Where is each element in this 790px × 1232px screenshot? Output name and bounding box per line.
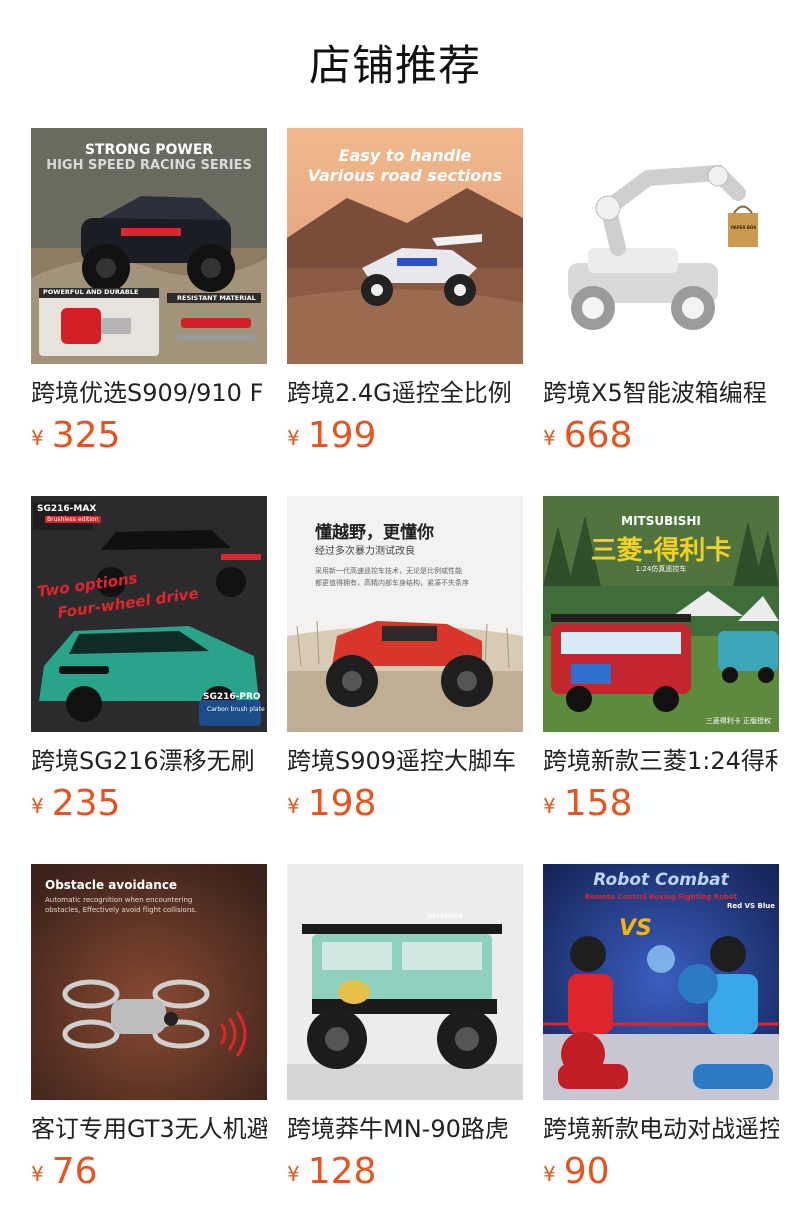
product-price: ¥668: [543, 416, 779, 462]
image-body-text: 都更值得拥有，高精内部车身结构，紧凑不失条序: [315, 579, 469, 587]
currency-symbol: ¥: [287, 426, 300, 450]
product-name[interactable]: 跨境SG216漂移无刷: [31, 744, 267, 778]
product-image[interactable]: Obstacle avoidance Automatic recognition…: [31, 864, 267, 1100]
product-name[interactable]: 跨境新款三菱1:24得利: [543, 744, 779, 778]
product-name[interactable]: 跨境新款电动对战遥控: [543, 1112, 779, 1146]
product-name[interactable]: 客订专用GT3无人机避障: [31, 1112, 267, 1146]
product-price: ¥198: [287, 784, 523, 830]
product-image[interactable]: MITSUBISHI 三菱-得利卡 1:24仿真遥控车 三菱得利卡 正版授权: [543, 496, 779, 732]
image-subheadline: Remote Control Boxing Fighting Robot: [584, 893, 738, 901]
image-headline: STRONG POWER: [84, 142, 214, 158]
currency-symbol: ¥: [31, 794, 44, 818]
price-amount: 235: [51, 783, 121, 824]
product-grid: STRONG POWER HIGH SPEED RACING SERIES PO…: [31, 128, 779, 1232]
product-image[interactable]: 懂越野，更懂你 经过多次暴力测试改良 采用新一代高速遥控车技术，无论是比例或性能…: [287, 496, 523, 732]
image-headline: Easy to handle: [338, 146, 472, 165]
image-footer: 三菱得利卡 正版授权: [705, 717, 771, 725]
product-card[interactable]: Robot Combat Remote Control Boxing Fight…: [543, 864, 779, 1232]
image-subheadline: Red VS Blue: [727, 902, 775, 910]
image-tag: POWERFUL AND DURABLE: [43, 288, 139, 296]
image-tag-sub: Brushless edition: [45, 516, 101, 523]
image-tag: SG216-PRO: [203, 692, 261, 702]
currency-symbol: ¥: [543, 1162, 556, 1186]
product-name[interactable]: 跨境2.4G遥控全比例: [287, 376, 523, 410]
page-title: 店铺推荐: [308, 41, 481, 90]
currency-symbol: ¥: [287, 1162, 300, 1186]
product-name[interactable]: 跨境X5智能波箱编程: [543, 376, 779, 410]
image-headline: Obstacle avoidance: [45, 878, 178, 892]
price-amount: 325: [51, 415, 121, 456]
image-headline: 三菱-得利卡: [590, 536, 732, 566]
price-amount: 199: [307, 415, 377, 456]
currency-symbol: ¥: [31, 1162, 44, 1186]
product-card[interactable]: Easy to handle Various road sections 跨境2…: [287, 128, 523, 496]
price-amount: 128: [307, 1151, 377, 1192]
box-label: PAPER BOX: [731, 225, 757, 230]
currency-symbol: ¥: [543, 794, 556, 818]
product-card[interactable]: STRONG POWER HIGH SPEED RACING SERIES PO…: [31, 128, 267, 496]
product-name[interactable]: 跨境莽牛MN-90路虎: [287, 1112, 523, 1146]
vs-badge: VS: [619, 916, 652, 941]
product-name[interactable]: 跨境优选S909/910 F: [31, 376, 267, 410]
image-subheadline: HIGH SPEED RACING SERIES: [46, 158, 252, 173]
product-price: ¥158: [543, 784, 779, 830]
price-amount: 198: [307, 783, 377, 824]
product-price: ¥199: [287, 416, 523, 462]
product-card[interactable]: PAPER BOX 跨境X5智能波箱编程 ¥668: [543, 128, 779, 496]
image-subheadline: 1:24仿真遥控车: [635, 565, 687, 573]
product-price: ¥128: [287, 1152, 523, 1198]
product-image[interactable]: STRONG POWER HIGH SPEED RACING SERIES PO…: [31, 128, 267, 364]
image-tag: RESISTANT MATERIAL: [177, 294, 256, 302]
product-image[interactable]: DEFENDER: [287, 864, 523, 1100]
product-price: ¥90: [543, 1152, 779, 1198]
currency-symbol: ¥: [287, 794, 300, 818]
product-price: ¥325: [31, 416, 267, 462]
product-card[interactable]: Obstacle avoidance Automatic recognition…: [31, 864, 267, 1232]
currency-symbol: ¥: [543, 426, 556, 450]
image-subheadline: Various road sections: [307, 166, 503, 185]
vehicle-label: DEFENDER: [427, 913, 463, 920]
image-headline: Robot Combat: [593, 870, 729, 890]
product-card[interactable]: SG216-MAX Brushless edition Two options …: [31, 496, 267, 864]
product-image[interactable]: PAPER BOX: [543, 128, 779, 364]
price-amount: 76: [51, 1151, 98, 1192]
image-headline: 懂越野，更懂你: [315, 523, 434, 543]
currency-symbol: ¥: [31, 426, 44, 450]
defender-crawler-image: [287, 864, 523, 1100]
price-amount: 90: [563, 1151, 610, 1192]
image-tag-sub: Carbon brush plate: [207, 706, 265, 713]
product-price: ¥76: [31, 1152, 267, 1198]
image-subheadline: 经过多次暴力测试改良: [315, 546, 415, 557]
robot-arm-car-image: [543, 128, 779, 364]
price-amount: 158: [563, 783, 633, 824]
image-brand: MITSUBISHI: [621, 514, 701, 528]
price-amount: 668: [563, 415, 633, 456]
image-body-text: obstacles, Effectively avoid flight coll…: [45, 906, 198, 914]
image-body-text: Automatic recognition when encountering: [45, 896, 193, 904]
product-card[interactable]: DEFENDER 跨境莽牛MN-90路虎 ¥128: [287, 864, 523, 1232]
product-image[interactable]: Robot Combat Remote Control Boxing Fight…: [543, 864, 779, 1100]
product-price: ¥235: [31, 784, 267, 830]
product-image[interactable]: Easy to handle Various road sections: [287, 128, 523, 364]
product-card[interactable]: MITSUBISHI 三菱-得利卡 1:24仿真遥控车 三菱得利卡 正版授权 跨…: [543, 496, 779, 864]
product-image[interactable]: SG216-MAX Brushless edition Two options …: [31, 496, 267, 732]
image-body-text: 采用新一代高速遥控车技术，无论是比例或性能: [315, 567, 462, 575]
product-name[interactable]: 跨境S909遥控大脚车: [287, 744, 523, 778]
product-card[interactable]: 懂越野，更懂你 经过多次暴力测试改良 采用新一代高速遥控车技术，无论是比例或性能…: [287, 496, 523, 864]
image-tag: SG216-MAX: [37, 504, 97, 514]
